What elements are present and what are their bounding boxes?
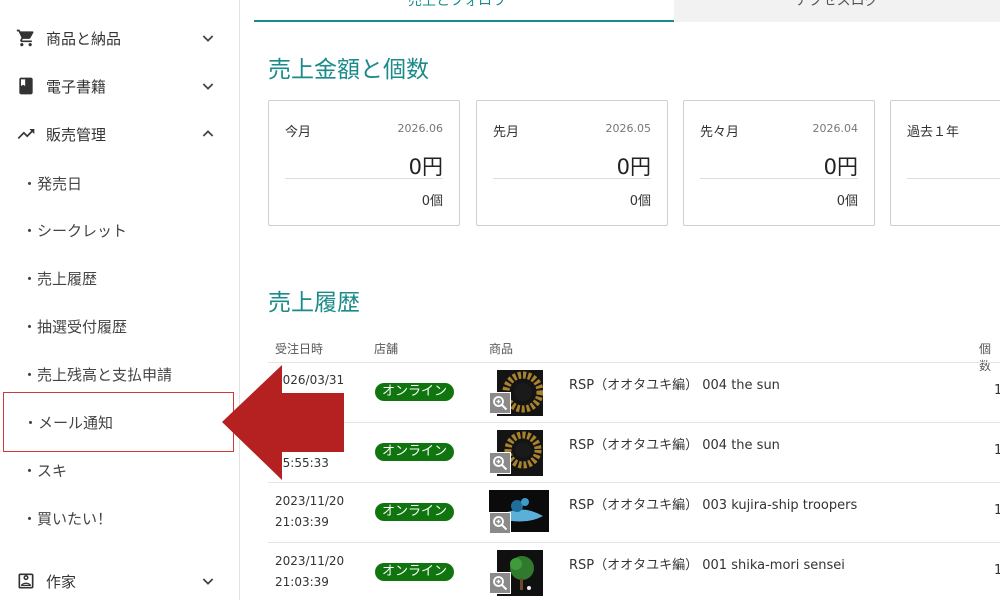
card-count: 0個: [421, 194, 443, 209]
zoom-in-icon[interactable]: [489, 512, 511, 534]
sidebar-item-release-date[interactable]: ・発売日: [0, 163, 239, 203]
sidebar-section-artist[interactable]: 作家: [0, 561, 239, 600]
column-header-date: 受注日時: [275, 342, 324, 356]
zoom-in-icon[interactable]: [489, 452, 511, 474]
sidebar-item-label: ・売上残高と支払申請: [22, 365, 173, 384]
card-divider: [907, 178, 1000, 179]
order-time: 21:03:39: [275, 575, 329, 589]
account-box-icon: [18, 573, 34, 589]
card-divider: [700, 178, 858, 179]
shop-badge: オンライン: [375, 563, 454, 581]
zoom-in-icon[interactable]: [489, 392, 511, 414]
card-amount: 0円: [616, 155, 651, 179]
summary-card-past-year: 過去１年: [890, 100, 1000, 226]
tab-bar: 売上とフォロワー アクセスログ: [254, 0, 1000, 22]
sidebar-item-secret[interactable]: ・シークレット: [0, 210, 239, 250]
chevron-up-icon: [202, 130, 214, 137]
tab-access-log[interactable]: アクセスログ: [674, 0, 1000, 22]
card-divider: [493, 178, 651, 179]
sidebar-item-label: ・発売日: [22, 174, 83, 193]
column-header-shop: 店舗: [374, 342, 399, 356]
order-date: 2023/11/20: [275, 494, 345, 508]
chevron-down-icon: [202, 578, 214, 585]
trending-up-icon: [17, 129, 35, 139]
card-count: 0個: [836, 194, 858, 209]
sidebar-section-ebooks[interactable]: 電子書籍: [0, 66, 239, 106]
sidebar-section-label: 商品と納品: [46, 29, 122, 48]
sidebar-item-label: ・買いたい！: [22, 509, 113, 528]
tab-label: 売上とフォロワー: [408, 0, 520, 9]
sales-history-title: 売上履歴: [268, 290, 360, 316]
chevron-down-icon: [202, 35, 214, 42]
order-qty: 1: [994, 503, 1000, 518]
shop-badge: オンライン: [375, 443, 454, 461]
book-icon: [19, 77, 33, 95]
sidebar-item-want-to-buy[interactable]: ・買いたい！: [0, 498, 239, 538]
card-count: 0個: [629, 194, 651, 209]
sidebar-section-label: 販売管理: [46, 125, 107, 144]
zoom-in-icon[interactable]: [489, 572, 511, 594]
summary-card-last-month: 先月 2026.05 0円 0個: [476, 100, 668, 226]
sidebar-item-label: ・売上履歴: [22, 269, 98, 288]
sidebar: 商品と納品 電子書籍 販売管理 ・発売日 ・シークレット ・売上履歴 ・抽選受付…: [0, 0, 240, 600]
card-label: 先々月: [700, 125, 740, 140]
card-divider: [285, 178, 443, 179]
sidebar-section-label: 作家: [46, 572, 77, 591]
card-label: 今月: [285, 125, 312, 140]
card-label: 先月: [493, 125, 520, 140]
product-name[interactable]: RSP（オオタユキ編） 001 shika-mori sensei: [569, 554, 845, 573]
card-date: 2026.04: [812, 122, 859, 135]
sidebar-section-products[interactable]: 商品と納品: [0, 18, 239, 58]
card-amount: 0円: [408, 155, 443, 179]
main-content: 売上とフォロワー アクセスログ 売上金額と個数 今月 2026.06 0円 0個…: [254, 0, 1000, 600]
product-name[interactable]: RSP（オオタユキ編） 004 the sun: [569, 434, 780, 453]
shop-badge: オンライン: [375, 503, 454, 521]
chevron-down-icon: [202, 83, 214, 90]
row-divider: [268, 422, 1000, 423]
card-date: 2026.05: [605, 122, 652, 135]
sidebar-item-sales-history[interactable]: ・売上履歴: [0, 258, 239, 298]
sidebar-section-sales-management[interactable]: 販売管理: [0, 114, 239, 154]
summary-card-two-months-ago: 先々月 2026.04 0円 0個: [683, 100, 875, 226]
product-name[interactable]: RSP（オオタユキ編） 003 kujira-ship troopers: [569, 494, 857, 513]
magnifier-glyph: [493, 516, 508, 531]
sidebar-item-balance-payment[interactable]: ・売上残高と支払申請: [0, 354, 239, 394]
product-name[interactable]: RSP（オオタユキ編） 004 the sun: [569, 374, 780, 393]
shop-badge: オンライン: [375, 383, 454, 401]
sidebar-section-label: 電子書籍: [46, 77, 107, 96]
sales-summary-title: 売上金額と個数: [268, 57, 429, 83]
order-date: 2023/11/20: [275, 554, 345, 568]
sidebar-item-lottery-history[interactable]: ・抽選受付履歴: [0, 306, 239, 346]
pointer-arrow-icon: [222, 365, 344, 480]
order-time: 21:03:39: [275, 515, 329, 529]
magnifier-glyph: [493, 576, 508, 591]
tab-sales-followers[interactable]: 売上とフォロワー: [254, 0, 674, 22]
order-qty: 1: [994, 563, 1000, 578]
card-label: 過去１年: [907, 125, 960, 140]
summary-card-this-month: 今月 2026.06 0円 0個: [268, 100, 460, 226]
row-divider: [268, 482, 1000, 483]
row-divider: [268, 542, 1000, 543]
row-divider: [268, 362, 1000, 363]
sidebar-item-label: ・シークレット: [22, 221, 128, 240]
card-amount: 0円: [823, 155, 858, 179]
column-header-product: 商品: [489, 342, 514, 356]
magnifier-glyph: [493, 456, 508, 471]
column-header-qty: 個数: [979, 342, 992, 373]
magnifier-glyph: [493, 396, 508, 411]
order-qty: 1: [994, 443, 1000, 458]
sidebar-item-label: ・抽選受付履歴: [22, 317, 128, 336]
order-qty: 1: [994, 383, 1000, 398]
tab-label: アクセスログ: [795, 0, 879, 9]
sidebar-item-label: ・スキ: [22, 461, 68, 480]
cart-icon: [16, 29, 34, 47]
card-date: 2026.06: [397, 122, 444, 135]
sidebar-item-suki[interactable]: ・スキ: [0, 450, 239, 490]
sidebar-item-mail-notification[interactable]: ・メール通知: [3, 392, 234, 452]
sidebar-item-label: ・メール通知: [23, 413, 114, 432]
